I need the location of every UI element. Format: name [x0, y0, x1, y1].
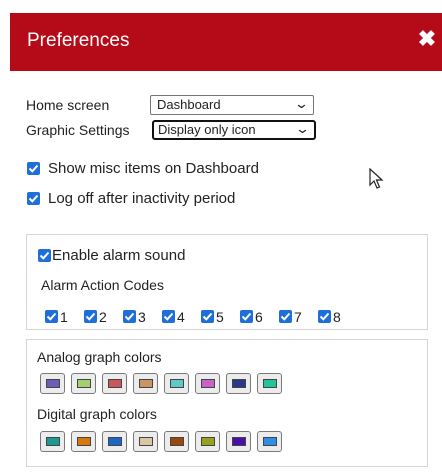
- dialog-title: Preferences: [27, 30, 130, 51]
- color-chip: [108, 379, 122, 388]
- color-chip: [170, 379, 184, 388]
- home-screen-label: Home screen: [26, 97, 110, 113]
- alarm-code-label: 1: [60, 309, 68, 325]
- digital-color-swatch-3[interactable]: [102, 431, 127, 452]
- analog-color-swatch-3[interactable]: [102, 373, 127, 394]
- show-misc-label: Show misc items on Dashboard: [48, 160, 259, 177]
- alarm-code-label: 3: [138, 309, 146, 325]
- analog-color-swatch-4[interactable]: [133, 373, 158, 394]
- alarm-code-label: 2: [99, 309, 107, 325]
- mouse-pointer-icon: [369, 168, 384, 189]
- alarm-code-checkbox[interactable]: [279, 310, 292, 323]
- log-off-checkbox[interactable]: [27, 192, 40, 205]
- alarm-code-label: 5: [216, 309, 224, 325]
- analog-swatches: [40, 373, 360, 395]
- alarm-panel: Enable alarm sound Alarm Action Codes 1 2…: [26, 234, 428, 330]
- alarm-codes-label: Alarm Action Codes: [41, 277, 164, 293]
- color-chip: [46, 379, 60, 388]
- home-screen-select[interactable]: Dashboard ⌄: [150, 95, 314, 115]
- alarm-code-checkbox[interactable]: [162, 310, 175, 323]
- graphic-settings-label: Graphic Settings: [26, 122, 130, 138]
- alarm-code-label: 8: [333, 309, 341, 325]
- alarm-code-label: 7: [294, 309, 302, 325]
- color-chip: [139, 379, 153, 388]
- color-chip: [108, 437, 122, 446]
- alarm-code-checkbox[interactable]: [201, 310, 214, 323]
- alarm-code-checkbox[interactable]: [240, 310, 253, 323]
- digital-color-swatch-7[interactable]: [226, 431, 251, 452]
- home-screen-value: Dashboard: [157, 97, 221, 112]
- graph-colors-panel: Analog graph colors Digital graph colors: [26, 339, 428, 467]
- enable-alarm-label: Enable alarm sound: [52, 247, 186, 264]
- digital-color-swatch-1[interactable]: [40, 431, 65, 452]
- analog-color-swatch-6[interactable]: [195, 373, 220, 394]
- chevron-down-icon: ⌄: [294, 121, 311, 136]
- analog-colors-label: Analog graph colors: [37, 349, 162, 365]
- digital-swatches: [40, 431, 360, 453]
- digital-color-swatch-8[interactable]: [257, 431, 282, 452]
- graphic-settings-select[interactable]: Display only icon ⌄: [152, 120, 316, 140]
- digital-color-swatch-4[interactable]: [133, 431, 158, 452]
- color-chip: [77, 379, 91, 388]
- color-chip: [201, 437, 215, 446]
- preferences-dialog: Preferences ✖ Home screen Dashboard ⌄ Gr…: [10, 13, 442, 475]
- color-chip: [263, 437, 277, 446]
- chevron-down-icon: ⌄: [293, 96, 310, 111]
- color-chip: [263, 379, 277, 388]
- color-chip: [139, 437, 153, 446]
- digital-color-swatch-6[interactable]: [195, 431, 220, 452]
- color-chip: [201, 379, 215, 388]
- analog-color-swatch-7[interactable]: [226, 373, 251, 394]
- color-chip: [77, 437, 91, 446]
- color-chip: [232, 437, 246, 446]
- log-off-label: Log off after inactivity period: [48, 190, 236, 207]
- alarm-code-checkbox[interactable]: [318, 310, 331, 323]
- digital-color-swatch-5[interactable]: [164, 431, 189, 452]
- close-icon[interactable]: ✖: [416, 28, 438, 52]
- alarm-code-label: 4: [177, 309, 185, 325]
- analog-color-swatch-2[interactable]: [71, 373, 96, 394]
- digital-color-swatch-2[interactable]: [71, 431, 96, 452]
- show-misc-checkbox[interactable]: [27, 162, 40, 175]
- alarm-code-checkbox[interactable]: [123, 310, 136, 323]
- analog-color-swatch-1[interactable]: [40, 373, 65, 394]
- analog-color-swatch-8[interactable]: [257, 373, 282, 394]
- alarm-code-label: 6: [255, 309, 263, 325]
- alarm-code-checkbox[interactable]: [45, 310, 58, 323]
- digital-colors-label: Digital graph colors: [37, 406, 157, 422]
- dialog-titlebar: Preferences ✖: [10, 13, 442, 71]
- color-chip: [46, 437, 60, 446]
- analog-color-swatch-5[interactable]: [164, 373, 189, 394]
- alarm-code-checkbox[interactable]: [84, 310, 97, 323]
- color-chip: [232, 379, 246, 388]
- graphic-settings-value: Display only icon: [158, 122, 256, 137]
- color-chip: [170, 437, 184, 446]
- enable-alarm-checkbox[interactable]: [38, 249, 51, 262]
